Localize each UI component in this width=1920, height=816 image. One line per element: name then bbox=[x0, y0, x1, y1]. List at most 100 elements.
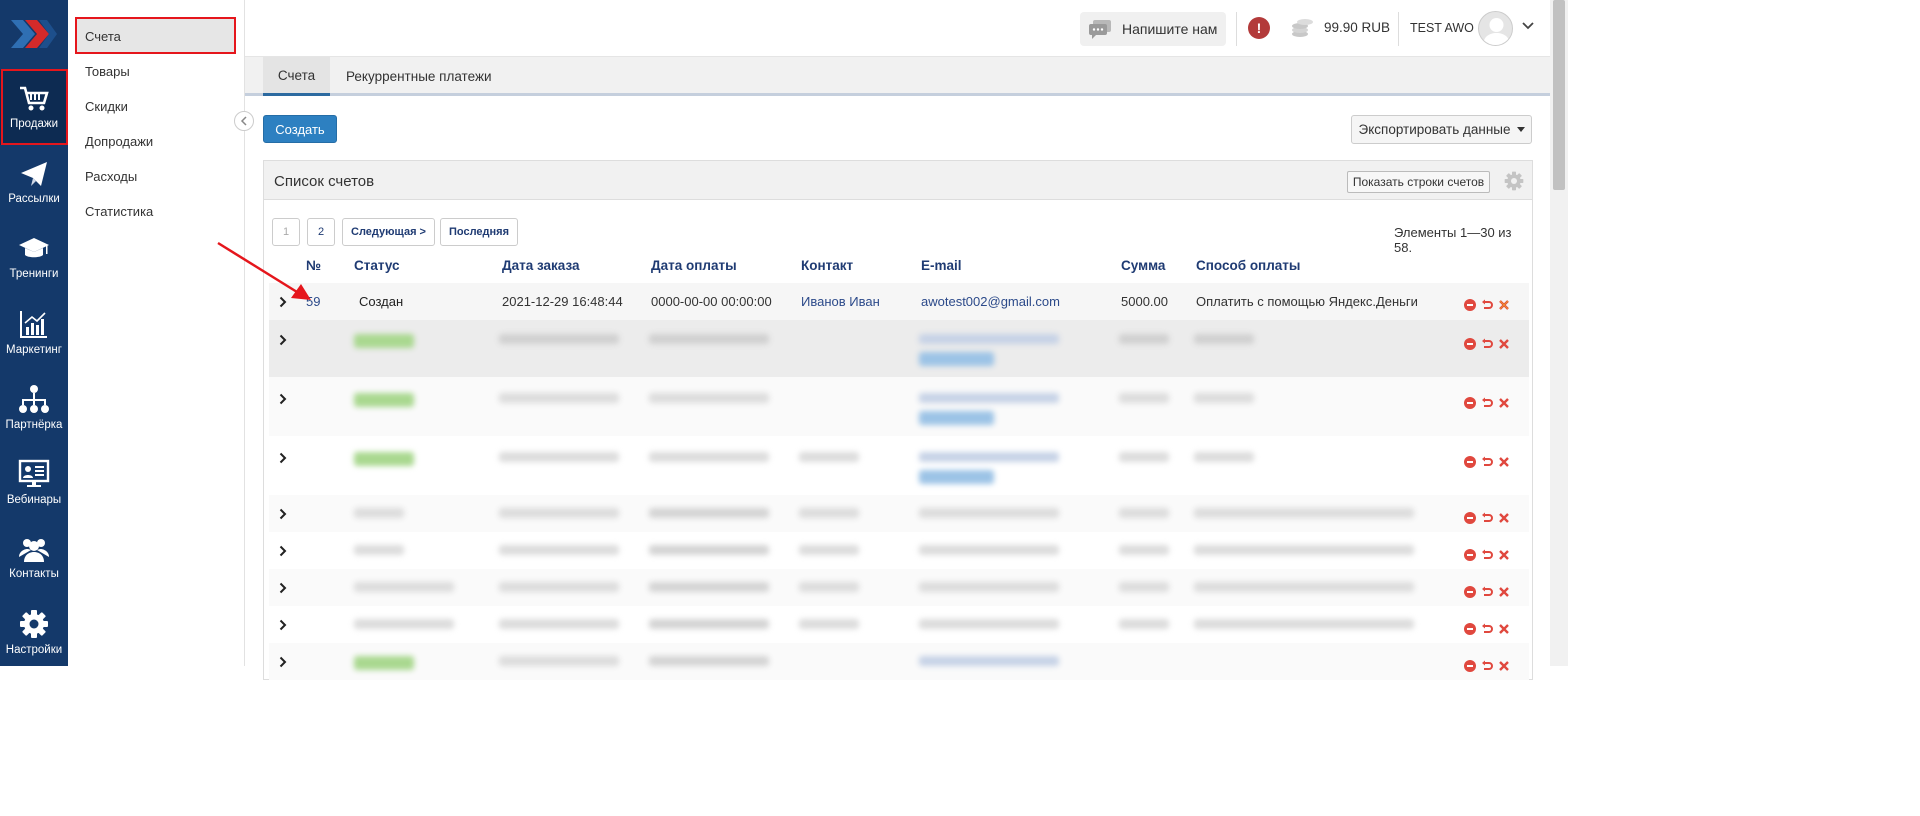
alert-icon[interactable]: ! bbox=[1248, 17, 1270, 39]
col-status[interactable]: Статус bbox=[354, 258, 400, 273]
blurred-text bbox=[919, 393, 1059, 403]
username[interactable]: TEST AWO bbox=[1410, 21, 1474, 35]
show-invoice-rows-button[interactable]: Показать строки счетов bbox=[1347, 171, 1490, 193]
blurred-text bbox=[649, 656, 769, 666]
blurred-text bbox=[1119, 619, 1169, 629]
export-data-button[interactable]: Экспортировать данные bbox=[1351, 115, 1532, 144]
blurred-text bbox=[649, 452, 769, 462]
settings-gear-icon[interactable] bbox=[1504, 171, 1524, 191]
rail-item-contacts[interactable]: Контакты bbox=[0, 520, 68, 595]
cancel-icon[interactable] bbox=[1464, 397, 1476, 409]
expand-row-icon[interactable] bbox=[279, 582, 287, 594]
cancel-icon[interactable] bbox=[1464, 549, 1476, 561]
write-us-button[interactable]: Напишите нам bbox=[1080, 12, 1226, 46]
refund-icon[interactable] bbox=[1481, 623, 1493, 635]
table-row-blurred[interactable] bbox=[269, 606, 1529, 643]
table-row-blurred[interactable] bbox=[269, 495, 1529, 532]
expand-row-icon[interactable] bbox=[279, 452, 287, 464]
delete-icon[interactable] bbox=[1498, 338, 1510, 350]
chat-bubble-icon bbox=[1089, 20, 1111, 39]
col-email[interactable]: E-mail bbox=[921, 258, 962, 273]
avatar[interactable] bbox=[1478, 11, 1513, 46]
rail-item-trainings[interactable]: Тренинги bbox=[0, 220, 68, 295]
blurred-text bbox=[919, 545, 1059, 555]
blurred-text bbox=[799, 452, 859, 462]
delete-icon[interactable] bbox=[1498, 549, 1510, 561]
refund-icon[interactable] bbox=[1481, 397, 1493, 409]
tab-recurring-payments[interactable]: Рекуррентные платежи bbox=[346, 57, 492, 96]
col-order-date[interactable]: Дата заказа bbox=[502, 258, 580, 273]
expand-row-icon[interactable] bbox=[279, 656, 287, 668]
col-contact[interactable]: Контакт bbox=[801, 258, 853, 273]
col-amount[interactable]: Сумма bbox=[1121, 258, 1165, 273]
rail-item-settings[interactable]: Настройки bbox=[0, 595, 68, 670]
cancel-icon[interactable] bbox=[1464, 338, 1476, 350]
delete-icon[interactable] bbox=[1498, 397, 1510, 409]
expand-row-icon[interactable] bbox=[279, 393, 287, 405]
refund-icon[interactable] bbox=[1481, 549, 1493, 561]
expand-row-icon[interactable] bbox=[279, 334, 287, 346]
rail-item-webinars[interactable]: Вебинары bbox=[0, 445, 68, 520]
submenu-item-statistics[interactable]: Статистика bbox=[75, 194, 235, 228]
export-label: Экспортировать данные bbox=[1358, 122, 1511, 137]
col-payment-method[interactable]: Способ оплаты bbox=[1196, 258, 1300, 273]
collapse-submenu-button[interactable] bbox=[234, 111, 254, 131]
table-row[interactable]: 59 Создан 2021-12-29 16:48:44 0000-00-00… bbox=[269, 283, 1529, 320]
last-page-button[interactable]: Последняя bbox=[440, 218, 518, 246]
delete-icon[interactable] bbox=[1498, 586, 1510, 598]
expand-row-icon[interactable] bbox=[279, 619, 287, 631]
rail-item-partners[interactable]: Партнёрка bbox=[0, 370, 68, 445]
cancel-icon[interactable] bbox=[1464, 456, 1476, 468]
contact-link[interactable]: Иванов Иван bbox=[801, 294, 880, 309]
next-page-button[interactable]: Следующая > bbox=[342, 218, 435, 246]
cancel-icon[interactable] bbox=[1464, 660, 1476, 672]
logo[interactable] bbox=[0, 0, 68, 68]
cancel-icon[interactable] bbox=[1464, 512, 1476, 524]
balance-value[interactable]: 99.90 RUB bbox=[1324, 20, 1390, 35]
rail-item-mailings[interactable]: Рассылки bbox=[0, 145, 68, 220]
table-row-blurred[interactable] bbox=[269, 643, 1529, 680]
refund-icon[interactable] bbox=[1481, 660, 1493, 672]
submenu-item-upsells[interactable]: Допродажи bbox=[75, 124, 235, 158]
refund-icon[interactable] bbox=[1481, 299, 1493, 311]
email-link[interactable]: awotest002@gmail.com bbox=[921, 294, 1060, 309]
blurred-text bbox=[1119, 582, 1169, 592]
delete-icon[interactable] bbox=[1498, 660, 1510, 672]
delete-icon[interactable] bbox=[1498, 512, 1510, 524]
create-button[interactable]: Создать bbox=[263, 115, 337, 143]
order-date: 2021-12-29 16:48:44 bbox=[502, 294, 623, 309]
scrollbar-thumb[interactable] bbox=[1553, 0, 1565, 190]
col-payment-date[interactable]: Дата оплаты bbox=[651, 258, 737, 273]
submenu-item-products[interactable]: Товары bbox=[75, 54, 235, 88]
table-row-blurred[interactable] bbox=[269, 436, 1529, 495]
table-row-blurred[interactable] bbox=[269, 320, 1529, 377]
rail-label: Маркетинг bbox=[6, 344, 62, 356]
expand-row-icon[interactable] bbox=[279, 508, 287, 520]
paper-plane-icon bbox=[21, 162, 47, 186]
submenu-item-expenses[interactable]: Расходы bbox=[75, 159, 235, 193]
table-row-blurred[interactable] bbox=[269, 569, 1529, 606]
cancel-icon[interactable] bbox=[1464, 299, 1476, 311]
refund-icon[interactable] bbox=[1481, 512, 1493, 524]
chevron-down-icon[interactable] bbox=[1522, 22, 1534, 31]
header-divider bbox=[1236, 12, 1237, 46]
table-row-blurred[interactable] bbox=[269, 377, 1529, 436]
delete-icon[interactable] bbox=[1498, 299, 1510, 311]
cancel-icon[interactable] bbox=[1464, 586, 1476, 598]
refund-icon[interactable] bbox=[1481, 456, 1493, 468]
refund-icon[interactable] bbox=[1481, 338, 1493, 350]
rail-label: Партнёрка bbox=[5, 419, 63, 431]
submenu-item-discounts[interactable]: Скидки bbox=[75, 89, 235, 123]
blurred-status bbox=[354, 452, 414, 466]
page-scrollbar[interactable] bbox=[1550, 0, 1568, 666]
blurred-text bbox=[499, 393, 619, 403]
delete-icon[interactable] bbox=[1498, 456, 1510, 468]
rail-label: Вебинары bbox=[6, 494, 62, 506]
table-row-blurred[interactable] bbox=[269, 532, 1529, 569]
cancel-icon[interactable] bbox=[1464, 623, 1476, 635]
expand-row-icon[interactable] bbox=[279, 545, 287, 557]
rail-item-marketing[interactable]: Маркетинг bbox=[0, 295, 68, 370]
delete-icon[interactable] bbox=[1498, 623, 1510, 635]
tab-invoices[interactable]: Счета bbox=[263, 57, 330, 96]
refund-icon[interactable] bbox=[1481, 586, 1493, 598]
